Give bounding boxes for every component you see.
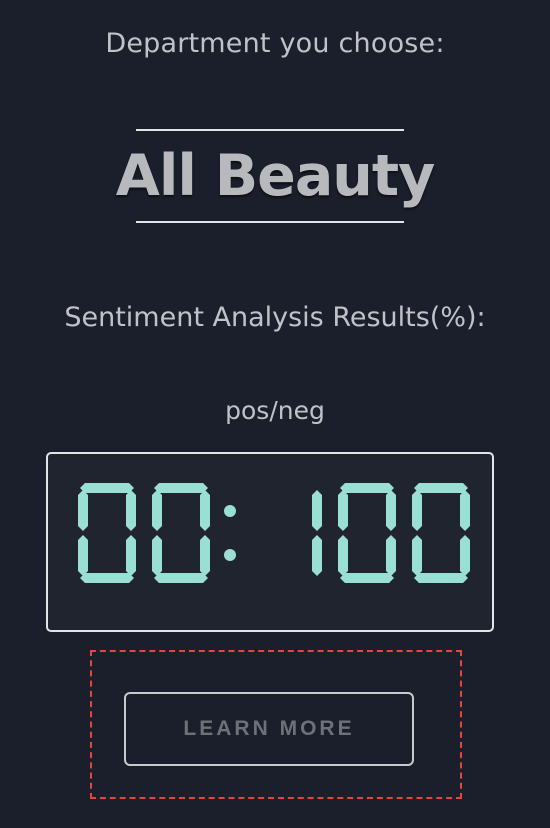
segment-f [78,490,88,531]
department-top-divider [136,129,404,131]
segment-a [154,483,208,493]
segment-d [80,573,134,583]
segment-e [152,535,162,576]
segment-c [126,535,136,576]
pos-neg-label: pos/neg [225,396,325,425]
segment-d [414,573,468,583]
learn-more-button[interactable]: LEARN MORE [124,692,414,766]
segment-a [80,483,134,493]
segment-b [460,490,470,531]
digit-0 [152,483,210,583]
segment-d [154,573,208,583]
segment-e [412,535,422,576]
digit-0 [338,483,396,583]
seven-segment-readout [78,483,470,583]
segment-e [338,535,348,576]
segment-c [460,535,470,576]
department-name: All Beauty [115,143,436,209]
segment-c [200,535,210,576]
digit-1 [312,490,322,576]
segment-b [126,490,136,531]
department-label: Department you choose: [105,28,445,59]
segment-b [386,490,396,531]
department-bottom-divider [136,221,404,223]
segment-e [78,535,88,576]
segment-b [312,490,322,531]
segment-f [338,490,348,531]
colon-dot [224,549,236,561]
segment-a [340,483,394,493]
digit-0 [78,483,136,583]
sentiment-digital-display [46,452,494,632]
sentiment-results-label: Sentiment Analysis Results(%): [64,302,486,333]
segment-c [312,535,322,576]
colon-dot [224,505,236,517]
segment-f [412,490,422,531]
segment-b [200,490,210,531]
segment-f [152,490,162,531]
segment-a [414,483,468,493]
segment-d [340,573,394,583]
digit-0 [412,483,470,583]
segment-c [386,535,396,576]
